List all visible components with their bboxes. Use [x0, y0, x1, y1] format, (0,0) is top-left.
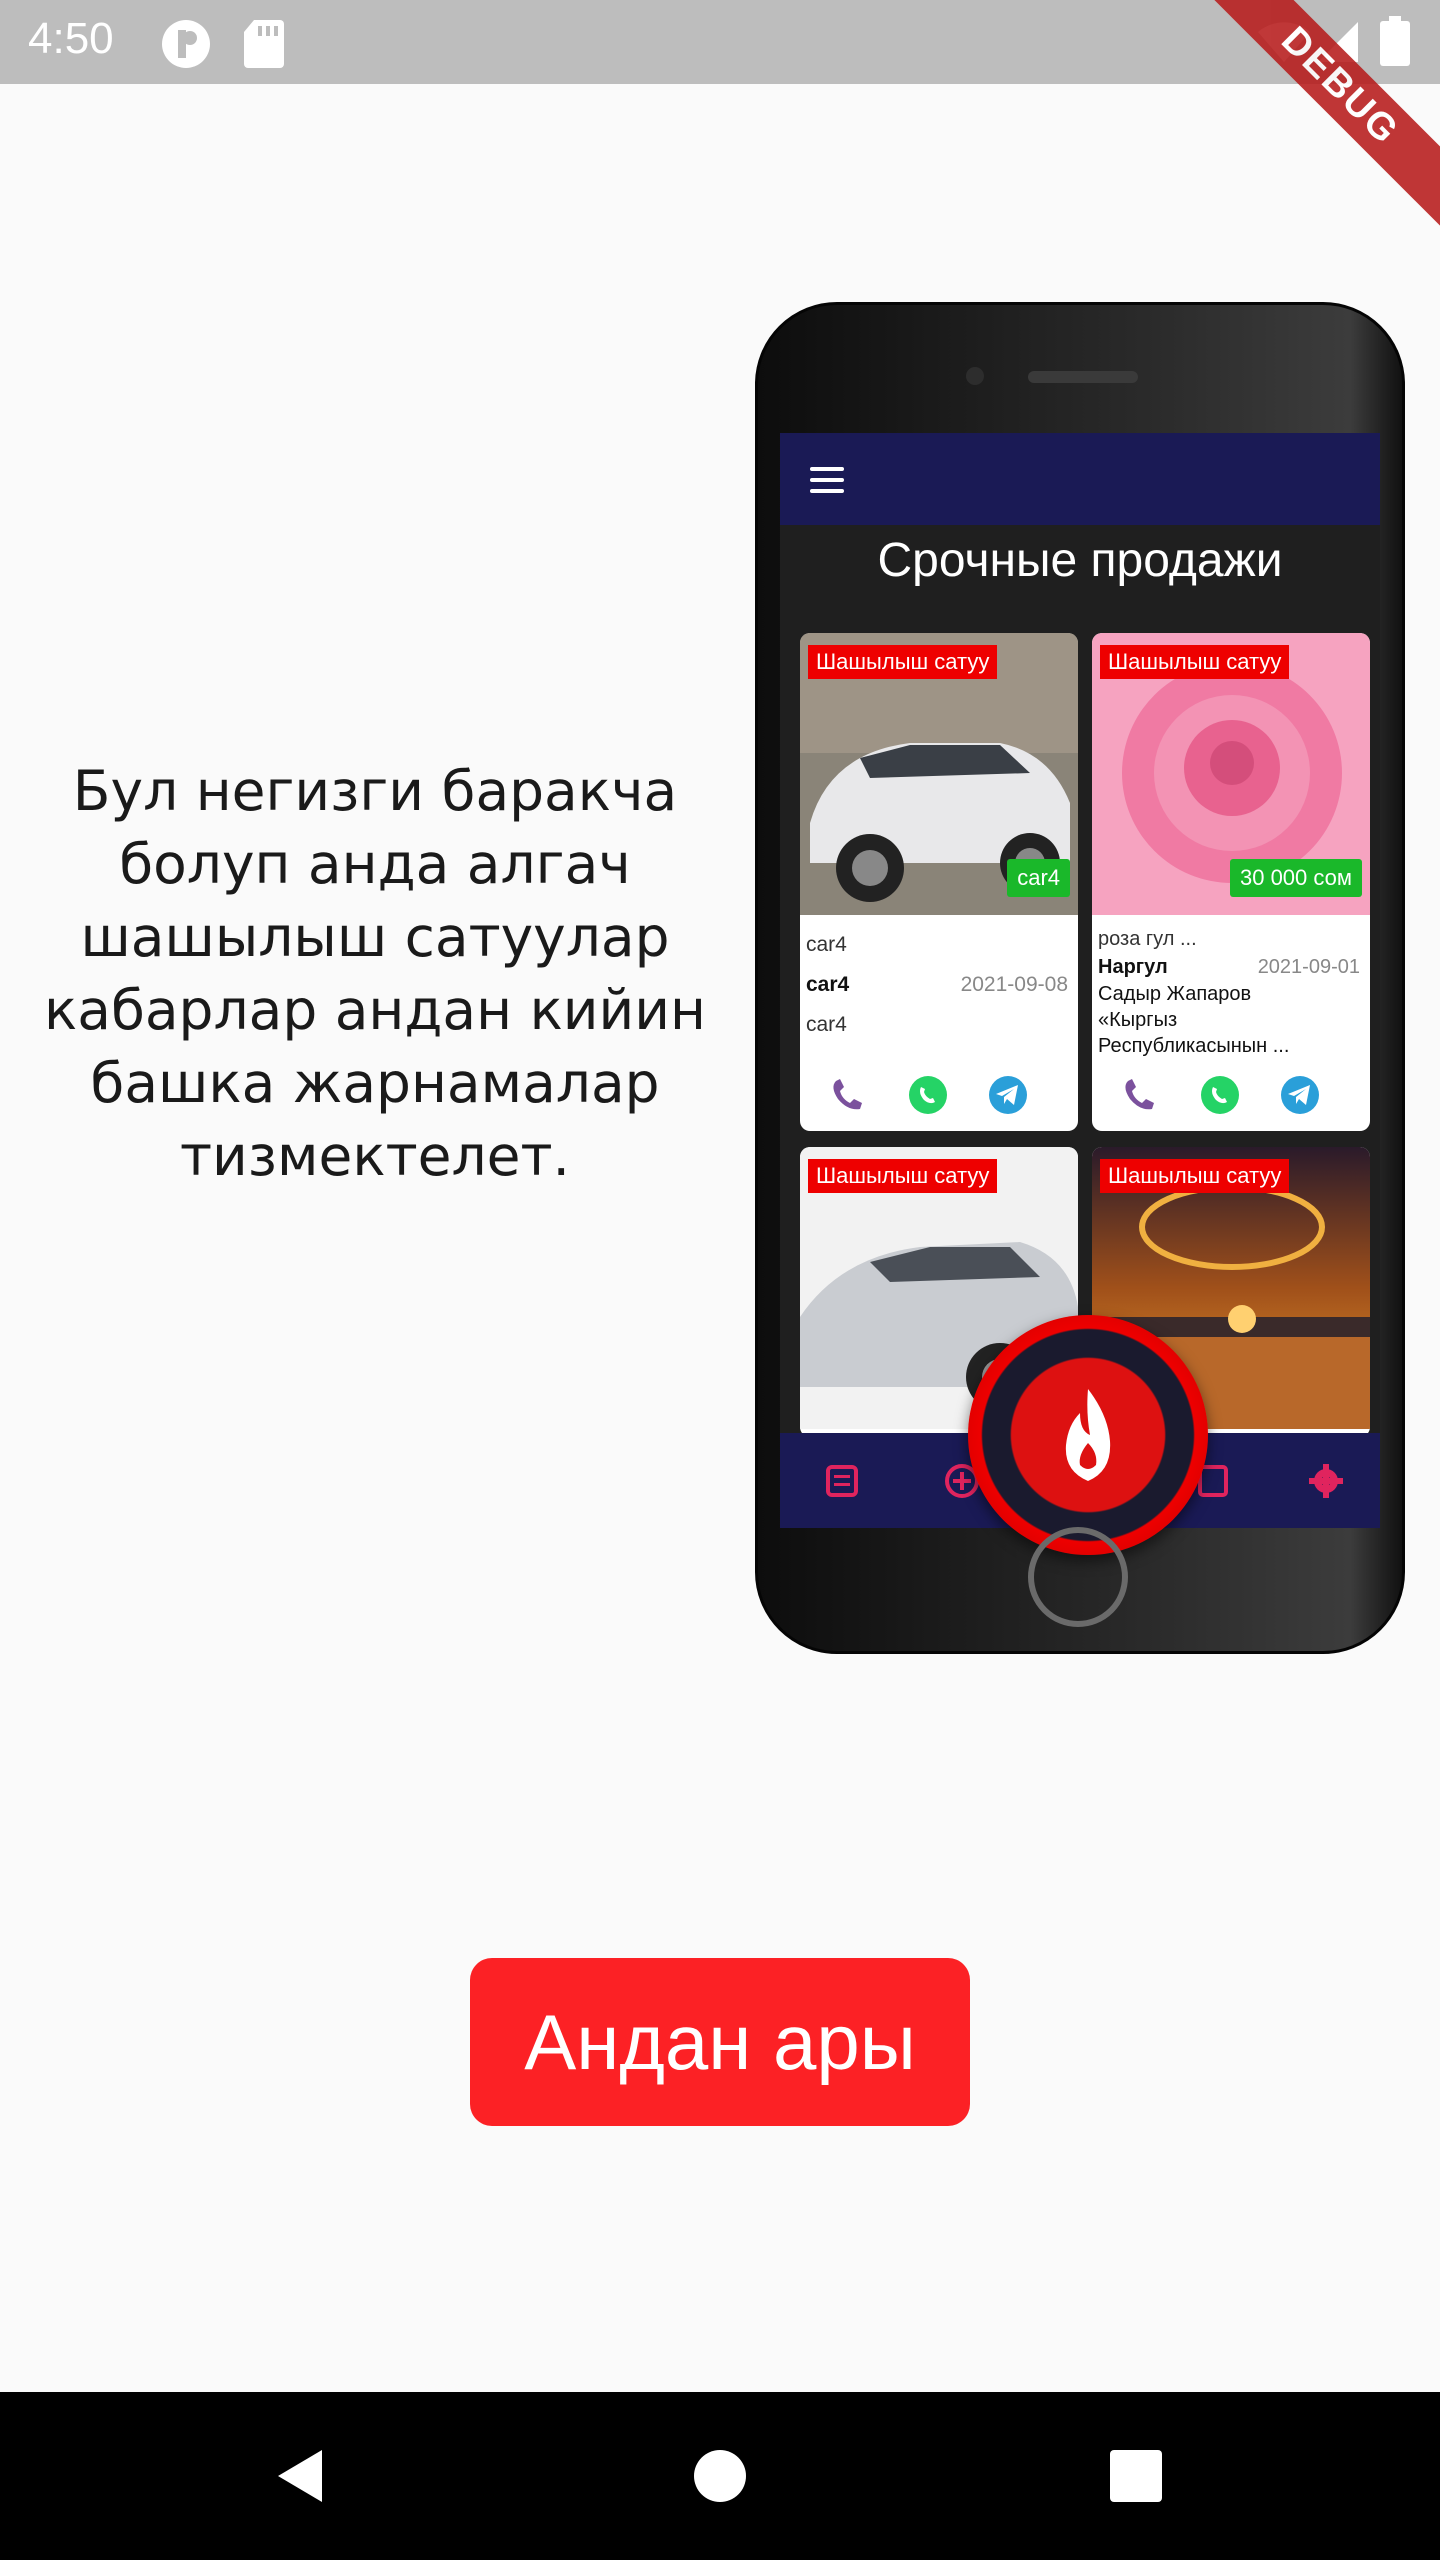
next-button[interactable]: Андан ары: [470, 1958, 970, 2126]
settings-icon: [1309, 1464, 1343, 1498]
whatsapp-icon: [1201, 1076, 1239, 1114]
urgent-sale-badge: Шашылыш сатуу: [808, 1159, 998, 1193]
card-description: Садыр Жапаров: [1098, 983, 1252, 1005]
urgent-sale-badge: Шашылыш сатуу: [1100, 1159, 1290, 1193]
card-info: роза гул ... Наргул 2021-09-01 Садыр Жап…: [1098, 925, 1364, 1059]
card-description: «Кыргыз: [1098, 1009, 1178, 1031]
telegram-icon: [989, 1076, 1027, 1114]
phone-mockup: Срочные продажи Шашылыш сатуу car4 car4 …: [755, 302, 1405, 1654]
contact-icons: [800, 1073, 1078, 1117]
fire-icon: [1065, 1389, 1111, 1481]
list-icon: [826, 1465, 858, 1497]
card-author: Наргул: [1098, 956, 1168, 978]
card-description: Республикасынын ...: [1098, 1035, 1290, 1057]
price-badge: 30 000 сом: [1229, 859, 1362, 897]
card-title: роза гул ...: [1098, 928, 1197, 950]
preview-appbar: [780, 433, 1380, 525]
viber-icon: [833, 1079, 862, 1110]
preview-screen-title: Срочные продажи: [877, 534, 1283, 587]
preview-card: Шашылыш сатуу 30 000 сом роза гул ... На…: [1092, 633, 1370, 1131]
phone-speaker: [1028, 371, 1138, 383]
onboarding-description: Бул негизги баракча болуп анда алгач шаш…: [44, 759, 706, 1188]
card-date: 2021-09-01: [1257, 956, 1360, 978]
phone-camera: [966, 367, 984, 385]
urgent-sale-badge: Шашылыш сатуу: [1100, 645, 1290, 679]
viber-icon: [1125, 1079, 1154, 1110]
card-info: car4 car4 2021-09-08 car4: [806, 925, 1072, 1045]
back-icon[interactable]: [270, 2446, 330, 2506]
home-icon[interactable]: [690, 2446, 750, 2506]
card-author-row: car4 2021-09-08: [806, 965, 1072, 1005]
whatsapp-icon: [909, 1076, 947, 1114]
urgent-sales-fab: [968, 1315, 1208, 1555]
card-date: 2021-09-08: [960, 973, 1068, 996]
card-description: car4: [806, 1013, 847, 1036]
p-icon: [162, 20, 210, 68]
status-bar: 4:50 DEBUG: [0, 0, 1440, 255]
phone-home-button: [1028, 1527, 1128, 1627]
recents-icon[interactable]: [1106, 2446, 1166, 2506]
system-nav-bar: [0, 2392, 1440, 2560]
card-author-row: Наргул 2021-09-01: [1098, 953, 1364, 981]
telegram-icon: [1281, 1076, 1319, 1114]
menu-icon: [810, 467, 844, 493]
sd-card-icon: [244, 20, 284, 68]
card-title: car4: [806, 933, 847, 956]
card-author: car4: [806, 973, 850, 996]
status-time: 4:50: [28, 14, 114, 63]
preview-card: Шашылыш сатуу car4 car4 car4 2021-09-08 …: [800, 633, 1078, 1131]
urgent-sale-badge: Шашылыш сатуу: [808, 645, 998, 679]
battery-icon: [1380, 16, 1410, 66]
price-badge: car4: [1007, 859, 1070, 897]
contact-icons: [1092, 1073, 1370, 1117]
